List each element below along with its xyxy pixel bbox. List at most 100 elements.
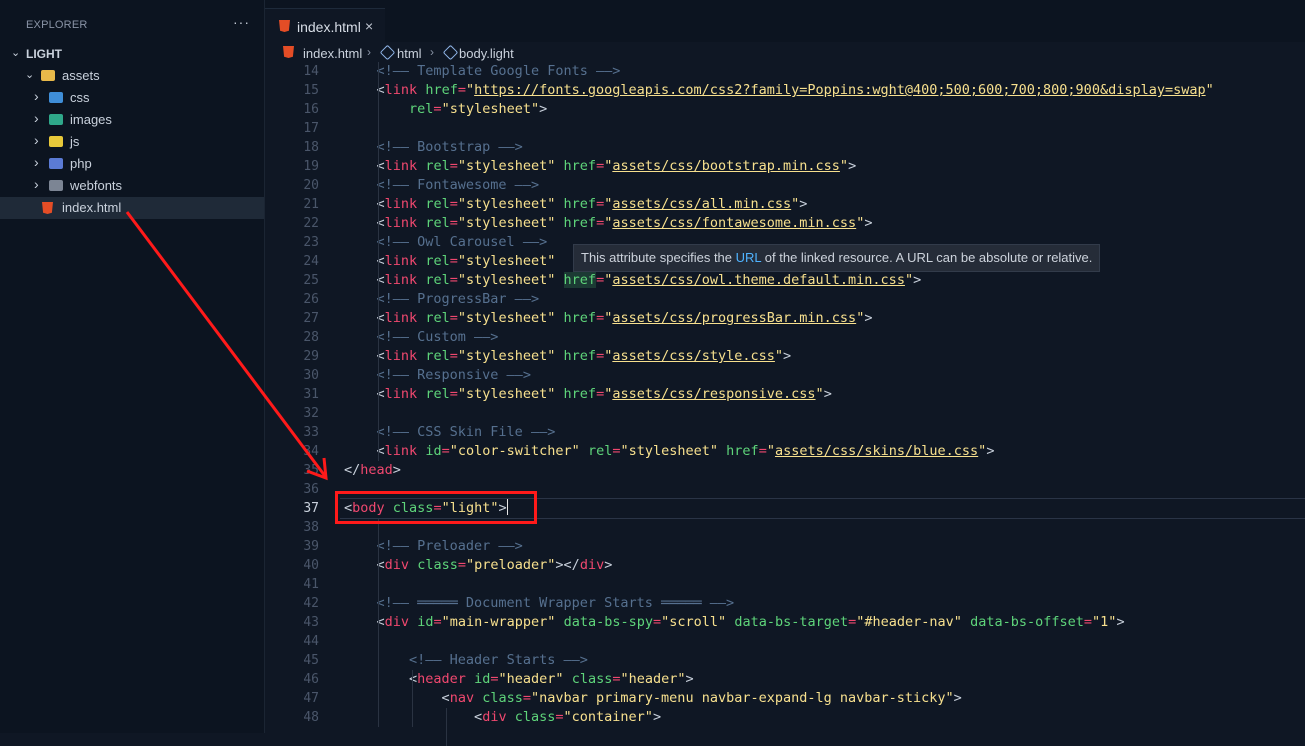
code-line[interactable]: 40 <div class="preloader"></div>	[265, 556, 1305, 575]
code-line[interactable]: 39 <!—— Preloader ——>	[265, 537, 1305, 556]
code-text: <!—— Header Starts ——>	[409, 652, 588, 668]
editor-tab-bar: index.html ×	[265, 0, 1305, 43]
breadcrumb-html[interactable]: html	[397, 46, 422, 61]
tree-item-label: index.html	[62, 200, 122, 215]
line-number: 37	[303, 501, 319, 516]
code-text: <!—— Responsive ——>	[376, 367, 531, 383]
code-line[interactable]: 32	[265, 404, 1305, 423]
code-line[interactable]: 31 <link rel="stylesheet" href="assets/c…	[265, 385, 1305, 404]
tree-item-index-html[interactable]: index.html	[0, 197, 264, 219]
code-text: <link rel="stylesheet" href="assets/css/…	[376, 196, 808, 212]
line-number: 44	[303, 634, 319, 649]
tree-item-images[interactable]: › images	[0, 109, 264, 131]
close-icon[interactable]: ×	[365, 18, 373, 34]
more-actions-icon[interactable]: ···	[233, 14, 250, 30]
code-text: <!—— Owl Carousel ——>	[376, 234, 548, 250]
tree-item-assets[interactable]: ⌄ assets	[0, 65, 264, 87]
code-line[interactable]: 44	[265, 632, 1305, 651]
breadcrumb: index.html › html › body.light	[265, 42, 1305, 64]
line-number: 45	[303, 653, 319, 668]
line-number: 30	[303, 368, 319, 383]
tree-item-webfonts[interactable]: › webfonts	[0, 175, 264, 197]
tree-item-label: js	[70, 134, 80, 149]
line-number: 28	[303, 330, 319, 345]
line-number: 32	[303, 406, 319, 421]
code-editor[interactable]: 14 <!—— Template Google Fonts ——> 15 <lin…	[265, 62, 1305, 746]
code-line[interactable]: 26 <!—— ProgressBar ——>	[265, 290, 1305, 309]
html5-icon	[283, 46, 294, 58]
tree-item-php[interactable]: › php	[0, 153, 264, 175]
code-line[interactable]: 29 <link rel="stylesheet" href="assets/c…	[265, 347, 1305, 366]
breadcrumb-separator: ›	[430, 45, 434, 59]
hover-tooltip: This attribute specifies the URL of the …	[573, 244, 1101, 272]
line-number: 42	[303, 596, 319, 611]
chevron-right-icon: ›	[34, 176, 39, 192]
tree-item-label: images	[70, 112, 112, 127]
tree-item-js[interactable]: › js	[0, 131, 264, 153]
annotation-highlight-box	[335, 491, 537, 524]
code-line[interactable]: 30 <!—— Responsive ——>	[265, 366, 1305, 385]
line-number: 19	[303, 159, 319, 174]
line-number: 35	[303, 463, 319, 478]
code-text: <link rel="stylesheet" href="assets/css/…	[376, 386, 832, 402]
code-line[interactable]: 21 <link rel="stylesheet" href="assets/c…	[265, 195, 1305, 214]
breadcrumb-separator: ›	[367, 45, 371, 59]
code-text: <nav class="navbar primary-menu navbar-e…	[441, 690, 962, 706]
chevron-down-icon: ⌄	[11, 47, 21, 59]
tooltip-url-link[interactable]: URL	[736, 250, 762, 265]
code-line[interactable]: 14 <!—— Template Google Fonts ——>	[265, 62, 1305, 81]
chevron-right-icon: ›	[34, 110, 39, 126]
code-text: </head>	[344, 462, 401, 478]
tree-root-label: LIGHT	[26, 47, 62, 61]
code-text: <!—— CSS Skin File ——>	[376, 424, 556, 440]
code-line[interactable]: 16 rel="stylesheet">	[265, 100, 1305, 119]
code-line[interactable]: 28 <!—— Custom ——>	[265, 328, 1305, 347]
code-line[interactable]: 41	[265, 575, 1305, 594]
code-text: <div class="preloader"></div>	[376, 557, 613, 573]
breadcrumb-body-light[interactable]: body.light	[459, 46, 514, 61]
images-folder-icon	[49, 114, 63, 125]
html5-icon	[42, 202, 53, 214]
code-text: <!—— ProgressBar ——>	[376, 291, 540, 307]
chevron-right-icon: ›	[34, 132, 39, 148]
tree-item-label: webfonts	[70, 178, 123, 193]
code-line[interactable]: 34 <link id="color-switcher" rel="styles…	[265, 442, 1305, 461]
breadcrumb-file[interactable]: index.html	[303, 46, 362, 61]
code-line[interactable]: 42 <!—— ═════ Document Wrapper Starts ══…	[265, 594, 1305, 613]
code-line[interactable]: 25 <link rel="stylesheet" href="assets/c…	[265, 271, 1305, 290]
line-number: 25	[303, 273, 319, 288]
folder-open-icon	[41, 70, 55, 81]
folder-icon	[49, 180, 63, 191]
tab-index-html[interactable]: index.html ×	[265, 8, 385, 43]
line-number: 16	[303, 102, 319, 117]
code-line[interactable]: 35 </head>	[265, 461, 1305, 480]
code-line[interactable]: 19 <link rel="stylesheet" href="assets/c…	[265, 157, 1305, 176]
tree-item-label: css	[70, 90, 90, 105]
code-text: <link rel="stylesheet" href="assets/css/…	[376, 272, 922, 288]
code-line[interactable]: 17	[265, 119, 1305, 138]
code-line[interactable]: 20 <!—— Fontawesome ——>	[265, 176, 1305, 195]
code-text: <!—— Preloader ——>	[376, 538, 523, 554]
line-number: 23	[303, 235, 319, 250]
code-line[interactable]: 43 <div id="main-wrapper" data-bs-spy="s…	[265, 613, 1305, 632]
code-text: <link rel="stylesheet" href="assets/css/…	[376, 310, 873, 326]
code-text: <!—— Custom ——>	[376, 329, 499, 345]
tree-root-light[interactable]: ⌄ LIGHT	[0, 43, 264, 65]
code-line[interactable]: 48 <div class="container">	[265, 708, 1305, 727]
line-number: 24	[303, 254, 319, 269]
line-number: 29	[303, 349, 319, 364]
code-line[interactable]: 15 <link href="https://fonts.googleapis.…	[265, 81, 1305, 100]
html5-icon	[279, 20, 290, 32]
code-line[interactable]: 22 <link rel="stylesheet" href="assets/c…	[265, 214, 1305, 233]
line-number: 39	[303, 539, 319, 554]
code-line[interactable]: 33 <!—— CSS Skin File ——>	[265, 423, 1305, 442]
tree-item-css[interactable]: › css	[0, 87, 264, 109]
code-line[interactable]: 45 <!—— Header Starts ——>	[265, 651, 1305, 670]
code-text: <div id="main-wrapper" data-bs-spy="scro…	[376, 614, 1125, 630]
indent-guide	[378, 518, 379, 727]
code-line[interactable]: 46 <header id="header" class="header">	[265, 670, 1305, 689]
code-line[interactable]: 18 <!—— Bootstrap ——>	[265, 138, 1305, 157]
line-number: 43	[303, 615, 319, 630]
code-line[interactable]: 47 <nav class="navbar primary-menu navba…	[265, 689, 1305, 708]
code-line[interactable]: 27 <link rel="stylesheet" href="assets/c…	[265, 309, 1305, 328]
